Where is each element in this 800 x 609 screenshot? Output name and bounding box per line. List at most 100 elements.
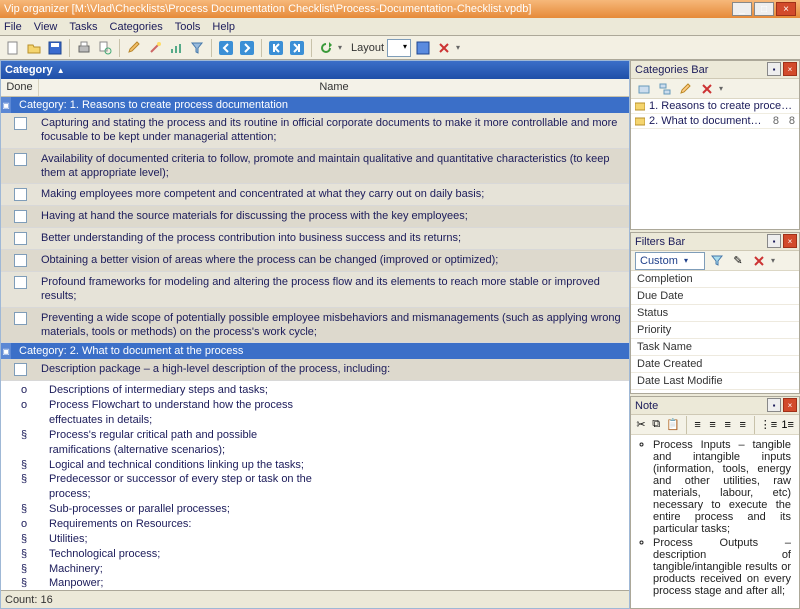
- task-row[interactable]: Description package – a high-level descr…: [1, 359, 629, 381]
- task-row[interactable]: Profound frameworks for modeling and alt…: [1, 272, 629, 308]
- filter-field[interactable]: Task Name: [631, 339, 799, 356]
- cat-new-icon[interactable]: [635, 80, 653, 98]
- filter-edit-icon[interactable]: ✎: [729, 252, 747, 270]
- panel-close-icon[interactable]: ×: [783, 62, 797, 76]
- done-checkbox[interactable]: [14, 117, 27, 130]
- title-bar: Vip organizer [M:\Vlad\Checklists\Proces…: [0, 0, 800, 18]
- done-checkbox[interactable]: [14, 188, 27, 201]
- filter-field[interactable]: Status: [631, 305, 799, 322]
- filter-field[interactable]: Completion: [631, 271, 799, 288]
- task-row[interactable]: Obtaining a better vision of areas where…: [1, 250, 629, 272]
- filter-icon[interactable]: [188, 39, 206, 57]
- category-item[interactable]: 1. Reasons to create process documen: [631, 99, 799, 114]
- menu-categories[interactable]: Categories: [110, 21, 163, 33]
- nav-last-icon[interactable]: [288, 39, 306, 57]
- chart-icon[interactable]: [167, 39, 185, 57]
- task-row[interactable]: Availability of documented criteria to f…: [1, 149, 629, 185]
- main-pane: Category ▲ Done Name ▣Category: 1. Reaso…: [0, 60, 630, 609]
- done-checkbox[interactable]: [14, 210, 27, 223]
- save-icon[interactable]: [46, 39, 64, 57]
- open-icon[interactable]: [25, 39, 43, 57]
- align-right-icon[interactable]: ≡: [722, 416, 734, 434]
- align-center-icon[interactable]: ≡: [707, 416, 719, 434]
- task-grid[interactable]: ▣Category: 1. Reasons to create process …: [1, 97, 629, 590]
- panel-close-icon[interactable]: ×: [783, 234, 797, 248]
- task-row[interactable]: Having at hand the source materials for …: [1, 206, 629, 228]
- filter-field[interactable]: Due Date: [631, 288, 799, 305]
- print-preview-icon[interactable]: [96, 39, 114, 57]
- panel-close-icon[interactable]: ×: [783, 398, 797, 412]
- paste-icon[interactable]: 📋: [665, 416, 681, 434]
- main-toolbar: ▾ Layout ▾ ▾: [0, 36, 800, 60]
- task-details: oDescriptions of intermediary steps and …: [1, 381, 629, 590]
- note-panel: Note ▪× ✂ ⧉ 📋 ≡ ≡ ≡ ≡ ⋮≡ 1≡ Process Inpu…: [630, 396, 800, 609]
- grid-header: Done Name: [1, 79, 629, 97]
- nav-next-icon[interactable]: [238, 39, 256, 57]
- menu-view[interactable]: View: [34, 21, 58, 33]
- group-header-label: Category: [5, 64, 53, 76]
- done-checkbox[interactable]: [14, 254, 27, 267]
- done-checkbox[interactable]: [14, 276, 27, 289]
- note-line: Process Inputs – tangible and intangible…: [653, 439, 791, 535]
- menu-tasks[interactable]: Tasks: [69, 21, 97, 33]
- align-justify-icon[interactable]: ≡: [737, 416, 749, 434]
- filter-field[interactable]: Date Created: [631, 356, 799, 373]
- done-checkbox[interactable]: [14, 153, 27, 166]
- task-row[interactable]: Making employees more competent and conc…: [1, 184, 629, 206]
- done-checkbox[interactable]: [14, 312, 27, 325]
- done-checkbox[interactable]: [14, 363, 27, 376]
- minimize-button[interactable]: _: [732, 2, 752, 16]
- filter-field[interactable]: Priority: [631, 322, 799, 339]
- cat-del-icon[interactable]: [698, 80, 716, 98]
- menu-help[interactable]: Help: [212, 21, 235, 33]
- col-name[interactable]: Name: [39, 79, 629, 96]
- cat-sub-icon[interactable]: [656, 80, 674, 98]
- layout-delete-icon[interactable]: [435, 39, 453, 57]
- panel-pin-icon[interactable]: ▪: [767, 234, 781, 248]
- layout-select[interactable]: ▾: [387, 39, 411, 57]
- col-done[interactable]: Done: [1, 79, 39, 96]
- status-bar: Count: 16: [1, 590, 629, 608]
- cat-edit-icon[interactable]: [677, 80, 695, 98]
- nav-first-icon[interactable]: [267, 39, 285, 57]
- new-icon[interactable]: [4, 39, 22, 57]
- filter-field[interactable]: Date Last Modifie: [631, 373, 799, 390]
- categories-title: Categories Bar: [635, 64, 708, 76]
- align-left-icon[interactable]: ≡: [691, 416, 703, 434]
- filters-panel: Filters Bar ▪× Custom▾ ✎ ▾ CompletionDue…: [630, 232, 800, 394]
- task-row[interactable]: Preventing a wide scope of potentially p…: [1, 308, 629, 344]
- maximize-button[interactable]: □: [754, 2, 774, 16]
- filter-field[interactable]: Date Opened: [631, 390, 799, 393]
- nav-prev-icon[interactable]: [217, 39, 235, 57]
- bullets-icon[interactable]: ⋮≡: [759, 416, 777, 434]
- group-row-2[interactable]: ▣Category: 2. What to document at the pr…: [1, 343, 629, 359]
- sort-asc-icon: ▲: [57, 66, 65, 75]
- task-row[interactable]: Better understanding of the process cont…: [1, 228, 629, 250]
- category-item[interactable]: 2. What to document at the process 8 8: [631, 114, 799, 129]
- layout-save-icon[interactable]: [414, 39, 432, 57]
- edit-icon[interactable]: [125, 39, 143, 57]
- print-icon[interactable]: [75, 39, 93, 57]
- copy-icon[interactable]: ⧉: [650, 416, 662, 434]
- menu-tools[interactable]: Tools: [175, 21, 201, 33]
- close-button[interactable]: ×: [776, 2, 796, 16]
- panel-pin-icon[interactable]: ▪: [767, 398, 781, 412]
- filter-apply-icon[interactable]: [708, 252, 726, 270]
- count-label: Count: 16: [5, 594, 53, 606]
- filters-title: Filters Bar: [635, 236, 685, 248]
- filter-select[interactable]: Custom▾: [635, 252, 705, 270]
- group-header[interactable]: Category ▲: [1, 61, 629, 79]
- categories-panel: Categories Bar ▪× ▾ 1. Reasons to create…: [630, 60, 800, 230]
- menu-bar: File View Tasks Categories Tools Help: [0, 18, 800, 36]
- numbering-icon[interactable]: 1≡: [780, 416, 795, 434]
- filter-del-icon[interactable]: [750, 252, 768, 270]
- refresh-icon[interactable]: [317, 39, 335, 57]
- panel-pin-icon[interactable]: ▪: [767, 62, 781, 76]
- menu-file[interactable]: File: [4, 21, 22, 33]
- wand-icon[interactable]: [146, 39, 164, 57]
- task-row[interactable]: Capturing and stating the process and it…: [1, 113, 629, 149]
- cut-icon[interactable]: ✂: [635, 416, 647, 434]
- group-row-1[interactable]: ▣Category: 1. Reasons to create process …: [1, 97, 629, 113]
- note-content[interactable]: Process Inputs – tangible and intangible…: [631, 435, 799, 608]
- done-checkbox[interactable]: [14, 232, 27, 245]
